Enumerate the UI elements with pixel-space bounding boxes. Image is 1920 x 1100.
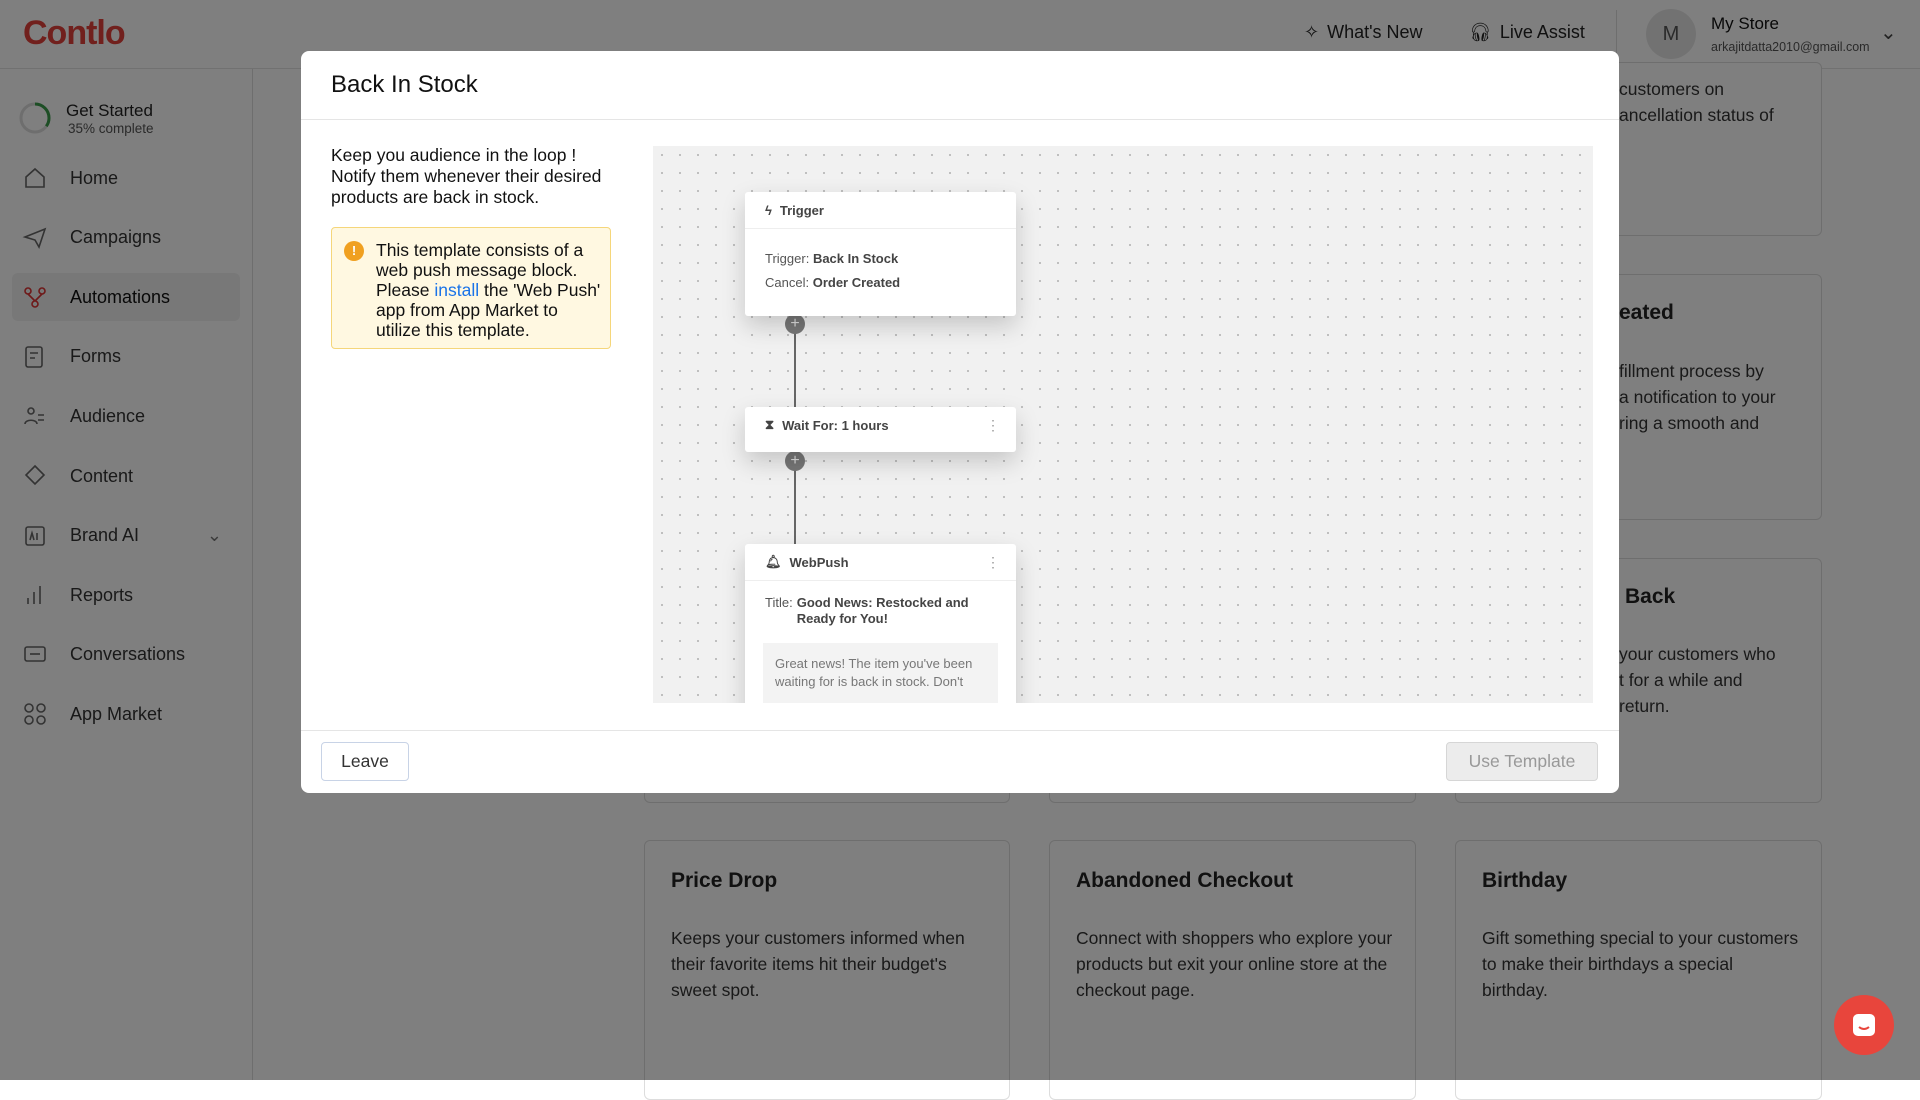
- divider: [301, 119, 1619, 120]
- add-step-button[interactable]: +: [785, 451, 805, 471]
- template-preview-modal: Back In Stock Keep you audience in the l…: [301, 51, 1619, 793]
- warning-box: ! This template consists of a web push m…: [331, 227, 611, 349]
- leave-button[interactable]: Leave: [321, 742, 409, 781]
- warning-text: This template consists of a web push mes…: [376, 240, 601, 340]
- more-options-icon[interactable]: ⋮: [986, 417, 1000, 434]
- webpush-body: Great news! The item you've been waiting…: [763, 643, 998, 703]
- chat-icon: [1853, 1014, 1875, 1036]
- install-link[interactable]: install: [434, 280, 479, 300]
- use-template-button[interactable]: Use Template: [1446, 742, 1598, 781]
- hourglass-icon: ⧗: [765, 417, 775, 432]
- add-step-button[interactable]: +: [785, 314, 805, 334]
- webpush-title: Title: Good News: Restocked and Ready for…: [765, 595, 969, 626]
- modal-title: Back In Stock: [331, 71, 478, 98]
- node-header: Trigger: [779, 202, 824, 218]
- trigger-node[interactable]: ϟ Trigger Trigger: Back In Stock Cancel: …: [745, 192, 1016, 316]
- template-description: Keep you audience in the loop ! Notify t…: [331, 145, 602, 207]
- chat-widget-button[interactable]: [1834, 995, 1894, 1055]
- trigger-details: Trigger: Back In Stock Cancel: Order Cre…: [765, 251, 901, 290]
- info-icon: !: [344, 241, 364, 261]
- divider: [301, 730, 1619, 731]
- node-header: WebPush: [789, 554, 849, 570]
- webpush-node[interactable]: 🔔︎ WebPush ⋮ Title: Good News: Restocked a…: [745, 544, 1016, 703]
- bell-icon: 🔔︎: [765, 554, 782, 569]
- flow-canvas[interactable]: + + ϟ Trigger Trigger: Back In Stock Canc…: [653, 146, 1593, 703]
- wait-label: Wait For: 1 hours: [782, 417, 889, 433]
- wait-node[interactable]: ⧗ Wait For: 1 hours ⋮: [745, 407, 1016, 452]
- lightning-icon: ϟ: [765, 202, 772, 218]
- more-options-icon[interactable]: ⋮: [986, 554, 1000, 571]
